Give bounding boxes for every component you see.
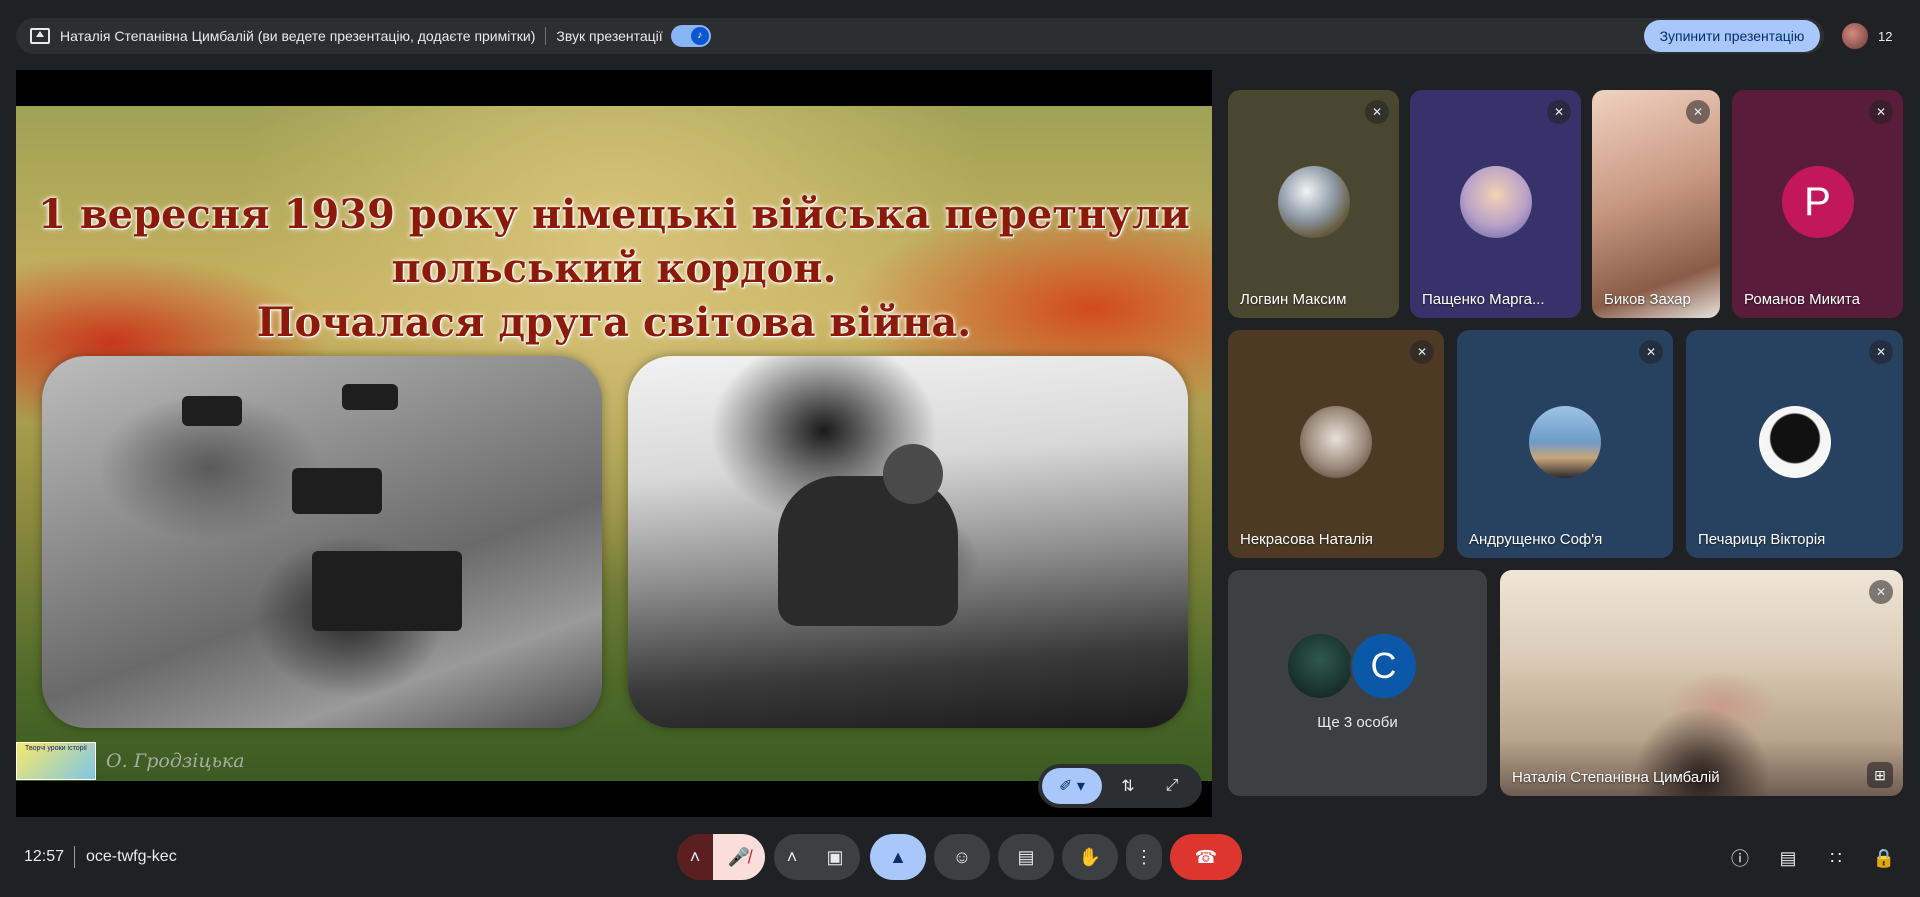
- hand-icon: ✋: [1078, 846, 1102, 867]
- participant-tile[interactable]: Р ✕ Романов Микита: [1732, 90, 1903, 318]
- avatar: [1529, 406, 1601, 478]
- video-options-button[interactable]: ˄: [774, 834, 810, 880]
- participant-tile[interactable]: ✕ Печариця Вікторія: [1686, 330, 1903, 558]
- mic-off-icon: ✕: [1410, 340, 1434, 364]
- chevron-up-icon: ˄: [689, 846, 701, 867]
- mic-off-icon: ✕: [1686, 100, 1710, 124]
- presenting-status-text: Наталія Степанівна Цимбалій (ви ведете п…: [60, 28, 536, 44]
- divider: [74, 846, 75, 868]
- slide-title-line-3: Почалася друга світова війна.: [256, 299, 972, 346]
- apps-grid-icon: ∷: [1830, 847, 1842, 868]
- more-vert-icon: ⋮: [1135, 846, 1153, 867]
- mic-off-icon: ✕: [1869, 580, 1893, 604]
- pointer-move-button[interactable]: ⇅: [1110, 768, 1146, 804]
- chat-button[interactable]: ▤: [1774, 844, 1802, 872]
- avatar: [1277, 166, 1350, 238]
- participant-tile[interactable]: ✕ Пащенко Марга...: [1410, 90, 1581, 318]
- presentation-sound-label: Звук презентації: [556, 28, 663, 44]
- participant-name: Печариця Вікторія: [1698, 531, 1826, 548]
- activities-button[interactable]: ∷: [1822, 844, 1850, 872]
- participant-tile[interactable]: ✕ Биков Захар: [1592, 90, 1720, 318]
- slide-title: 1 вересня 1939 року німецькі війська пер…: [16, 188, 1212, 350]
- more-participants-tile[interactable]: C Ще 3 особи: [1228, 570, 1487, 796]
- participant-name: Некрасова Наталія: [1240, 531, 1373, 548]
- presentation-sound-toggle[interactable]: ♪: [670, 25, 711, 47]
- mic-off-icon: ✕: [1639, 340, 1663, 364]
- soldier-photo: [628, 356, 1188, 728]
- presentation-banner: Наталія Степанівна Цимбалій (ви ведете п…: [16, 18, 1824, 54]
- mic-off-icon: ✕: [1547, 100, 1571, 124]
- slide-title-line-2: польський кордон.: [391, 245, 837, 292]
- captions-icon: ▤: [1017, 846, 1035, 867]
- camera-toggle-button[interactable]: ▣: [810, 834, 860, 880]
- fullscreen-button[interactable]: ⤢: [1154, 768, 1190, 804]
- avatar: [1459, 166, 1532, 238]
- divider: [545, 27, 547, 45]
- lock-person-icon: 🔒: [1872, 847, 1896, 868]
- participant-name: Романов Микита: [1744, 291, 1860, 308]
- raise-hand-button[interactable]: ✋: [1062, 834, 1118, 880]
- call-end-icon: ☎: [1194, 846, 1218, 867]
- more-participants-label: Ще 3 особи: [1317, 714, 1398, 731]
- leave-call-button[interactable]: ☎: [1170, 834, 1242, 880]
- mic-off-icon: ✕: [1365, 100, 1389, 124]
- participants-avatar-icon: [1840, 21, 1870, 51]
- participant-name: Логвин Максим: [1240, 291, 1347, 308]
- present-screen-icon: ▲: [889, 846, 907, 867]
- participant-name: Биков Захар: [1604, 291, 1691, 308]
- self-view-tile[interactable]: ✕ Наталія Степанівна Цимбалій ⊞: [1500, 570, 1903, 796]
- tanks-photo: [42, 356, 602, 728]
- mic-off-icon: ✕: [1869, 100, 1893, 124]
- avatar: Р: [1781, 166, 1854, 238]
- meeting-details-button[interactable]: ⓘ: [1726, 844, 1754, 872]
- info-icon: ⓘ: [1731, 849, 1749, 869]
- participant-name: Андрущенко Соф'я: [1469, 531, 1603, 548]
- participants-button[interactable]: 12: [1840, 18, 1902, 54]
- participant-tile[interactable]: ✕ Некрасова Наталія: [1228, 330, 1444, 558]
- present-screen-icon: [30, 28, 50, 44]
- participant-tile[interactable]: ✕ Логвин Максим: [1228, 90, 1399, 318]
- chat-icon: ▤: [1779, 847, 1797, 868]
- chevron-up-icon: ˄: [786, 846, 798, 867]
- participant-name: Пащенко Марга...: [1422, 291, 1545, 308]
- meeting-time: 12:57: [24, 848, 65, 865]
- microphone-toggle-button[interactable]: 🎤̸: [713, 834, 765, 880]
- present-now-button[interactable]: ▲: [870, 834, 926, 880]
- crop-icon[interactable]: ⊞: [1867, 762, 1893, 788]
- avatar: [1300, 406, 1372, 478]
- participant-count: 12: [1878, 28, 1893, 44]
- meeting-code: oce-twfg-kec: [86, 848, 177, 865]
- avatar: C: [1349, 632, 1418, 700]
- presentation-slide: 1 вересня 1939 року німецькі війська пер…: [16, 106, 1212, 781]
- avatar: [1285, 632, 1354, 700]
- participant-name: Наталія Степанівна Цимбалій: [1512, 769, 1720, 786]
- avatar: [1758, 406, 1831, 478]
- send-reaction-button[interactable]: ☺: [934, 834, 990, 880]
- participant-tile[interactable]: ✕ Андрущенко Соф'я: [1457, 330, 1673, 558]
- slide-title-line-1: 1 вересня 1939 року німецькі війська пер…: [38, 191, 1190, 238]
- slide-logo-badge: Творчі уроки історії: [16, 742, 96, 780]
- mic-off-icon: 🎤̸: [727, 846, 751, 867]
- emoji-icon: ☺: [952, 846, 972, 867]
- mic-off-icon: ✕: [1869, 340, 1893, 364]
- more-participants-avatars: C: [1285, 632, 1418, 700]
- speaker-icon: ♪: [690, 27, 709, 45]
- slide-author: О. Гродзіцька: [106, 750, 245, 772]
- audio-options-button[interactable]: ˄: [677, 834, 713, 880]
- stop-presenting-button[interactable]: Зупинити презентацію: [1644, 20, 1820, 52]
- captions-button[interactable]: ▤: [998, 834, 1054, 880]
- annotate-tool-button[interactable]: ✐ ▾: [1042, 768, 1102, 804]
- slide-tools-bar: ✐ ▾ ⇅ ⤢: [1038, 764, 1202, 808]
- host-controls-button[interactable]: 🔒: [1870, 844, 1898, 872]
- camera-icon: ▣: [826, 846, 844, 867]
- more-options-button[interactable]: ⋮: [1126, 834, 1162, 880]
